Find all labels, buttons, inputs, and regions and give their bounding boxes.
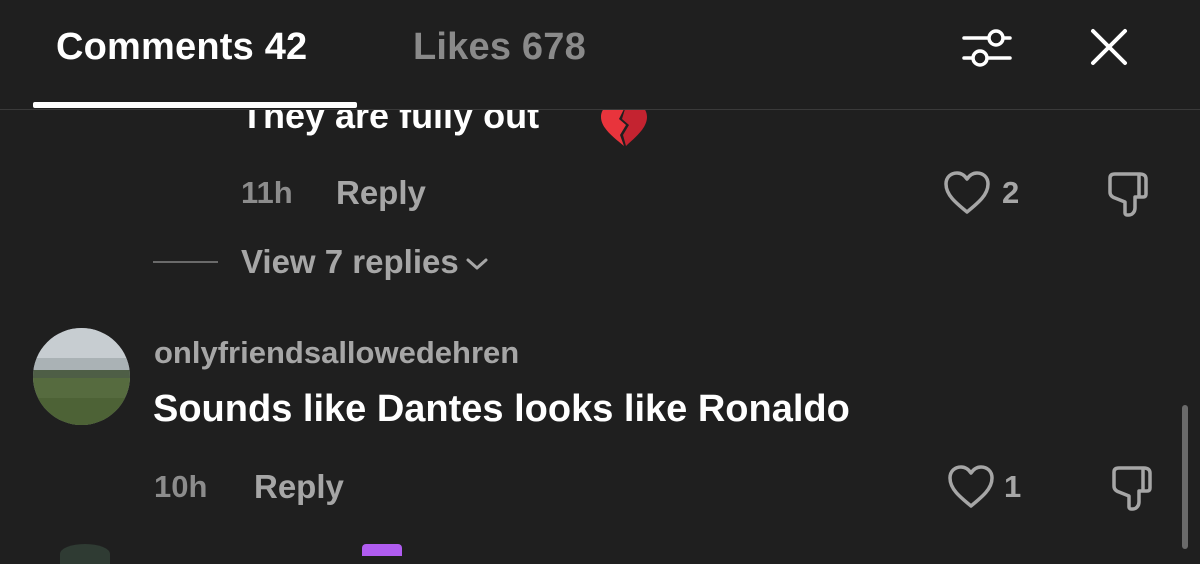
tab-comments[interactable]: Comments 42 [56,26,307,69]
active-tab-indicator [33,102,357,108]
comment-time-1: 11h [241,175,293,210]
scrollbar[interactable] [1182,405,1188,549]
next-comment-avatar [60,544,110,564]
replies-divider [153,261,218,263]
comment-time-2: 10h [154,469,208,504]
comments-header: Comments 42 Likes 678 [0,0,1200,110]
comment-text-2: Sounds like Dantes looks like Ronaldo [153,388,850,430]
reply-button-2[interactable]: Reply [254,468,344,506]
close-icon[interactable] [1082,20,1136,74]
filter-sliders-icon[interactable] [960,20,1014,74]
avatar[interactable] [33,328,130,425]
thumbs-down-icon[interactable] [1104,168,1156,220]
next-comment-emoji-icon [362,544,402,556]
heart-outline-icon[interactable] [946,464,996,510]
tab-likes[interactable]: Likes 678 [413,26,586,69]
thumbs-down-icon[interactable] [1108,462,1160,514]
heart-outline-icon[interactable] [942,170,992,216]
view-replies-button[interactable]: View 7 replies [241,243,489,281]
reply-button-1[interactable]: Reply [336,174,426,212]
chevron-down-icon [466,258,488,270]
header-divider [0,109,1200,110]
comment-username-2[interactable]: onlyfriendsallowedehren [154,335,519,371]
like-count-1: 2 [1002,175,1020,210]
like-count-2: 1 [1004,469,1022,504]
view-replies-label: View 7 replies [241,243,459,280]
